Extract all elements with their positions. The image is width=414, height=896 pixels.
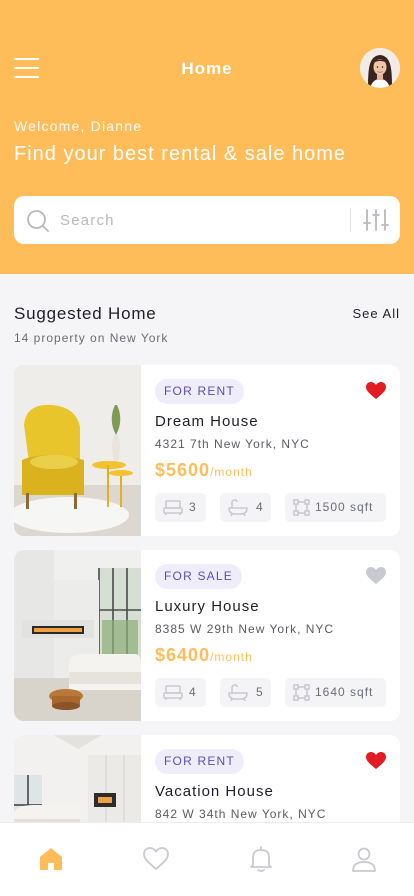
header: Home Welcome, Dianne Find your best rent… <box>0 0 414 274</box>
area-icon <box>293 684 310 701</box>
section-title: Suggested Home <box>14 304 157 323</box>
search-input[interactable] <box>60 196 340 244</box>
search-divider <box>350 208 351 232</box>
listing-price: $5600/month <box>155 460 253 480</box>
search-icon <box>27 210 49 232</box>
listing-address: 842 W 34th New York, NYC <box>155 807 327 821</box>
section-subtitle: 14 property on New York <box>14 331 169 345</box>
bell-icon[interactable] <box>247 845 275 873</box>
baths-chip: 5 <box>220 678 271 707</box>
page-title: Home <box>181 59 233 78</box>
welcome-text: Welcome, Dianne <box>14 118 143 134</box>
listing-name: Dream House <box>155 413 259 430</box>
bed-icon <box>163 500 183 515</box>
listing-card[interactable]: FOR SALE Luxury House 8385 W 29th New Yo… <box>14 550 400 721</box>
home-icon[interactable] <box>37 845 65 873</box>
favorite-heart-icon[interactable] <box>366 752 386 770</box>
listing-price: $6400/month <box>155 645 253 665</box>
beds-chip: 3 <box>155 493 206 522</box>
see-all-link[interactable]: See All <box>353 306 400 321</box>
user-icon[interactable] <box>350 845 378 873</box>
listing-card[interactable]: FOR RENT Dream House 4321 7th New York, … <box>14 365 400 536</box>
avatar[interactable] <box>360 48 400 88</box>
baths-chip: 4 <box>220 493 271 522</box>
listing-address: 4321 7th New York, NYC <box>155 437 310 451</box>
area-chip: 1640 sqft <box>285 678 386 707</box>
area-icon <box>293 499 310 516</box>
favorite-heart-icon[interactable] <box>366 382 386 400</box>
bathtub-icon <box>228 499 248 516</box>
listing-photo <box>14 550 141 721</box>
listing-photo <box>14 365 141 536</box>
listing-name: Luxury House <box>155 598 260 615</box>
search-bar <box>14 196 400 244</box>
listing-address: 8385 W 29th New York, NYC <box>155 622 335 636</box>
listing-badge: FOR RENT <box>155 379 244 404</box>
bed-icon <box>163 685 183 700</box>
listing-badge: FOR SALE <box>155 564 242 589</box>
beds-chip: 4 <box>155 678 206 707</box>
area-chip: 1500 sqft <box>285 493 386 522</box>
bathtub-icon <box>228 684 248 701</box>
filter-icon[interactable] <box>362 207 390 233</box>
listing-name: Vacation House <box>155 783 274 800</box>
heart-icon[interactable] <box>142 845 170 873</box>
listing-badge: FOR RENT <box>155 749 244 774</box>
headline: Find your best rental & sale home <box>14 143 347 165</box>
favorite-heart-icon[interactable] <box>366 567 386 585</box>
tab-bar <box>0 822 414 896</box>
